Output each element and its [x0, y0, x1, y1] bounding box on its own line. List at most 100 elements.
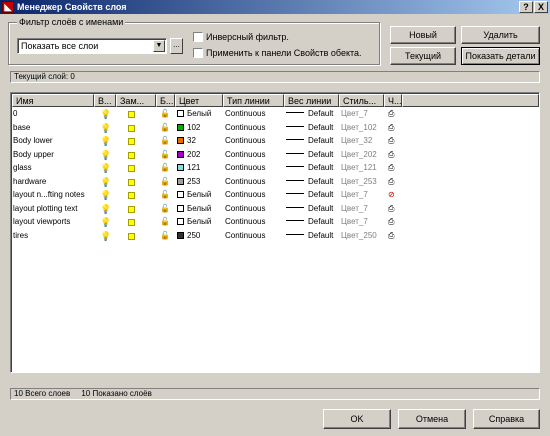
layer-linetype[interactable]: Continuous	[225, 203, 283, 216]
column-header-name[interactable]: Имя	[12, 94, 94, 107]
printer-icon[interactable]: ⎙	[388, 162, 402, 175]
layer-color[interactable]: 250	[177, 230, 223, 243]
layer-name[interactable]: layout n...fting notes	[13, 189, 93, 202]
sun-icon[interactable]	[124, 135, 144, 148]
layer-color[interactable]: 253	[177, 176, 223, 189]
layer-name[interactable]: Body lower	[13, 135, 93, 148]
layer-linetype[interactable]: Continuous	[225, 230, 283, 243]
layer-row[interactable]: base 💡 🔓 102 Continuous Default Цвет_102 ⎙	[12, 122, 539, 135]
unlocked-padlock-icon[interactable]: 🔓	[160, 189, 174, 202]
layer-lineweight[interactable]: Default	[286, 122, 339, 135]
close-button[interactable]: X	[534, 1, 548, 13]
lightbulb-on-icon[interactable]: 💡	[100, 230, 114, 243]
layer-lineweight[interactable]: Default	[286, 149, 339, 162]
layer-row[interactable]: Body upper 💡 🔓 202 Continuous Default Цвет_202…	[12, 149, 539, 162]
layer-linetype[interactable]: Continuous	[225, 176, 283, 189]
unlocked-padlock-icon[interactable]: 🔓	[160, 203, 174, 216]
lightbulb-on-icon[interactable]: 💡	[100, 149, 114, 162]
layer-lineweight[interactable]: Default	[286, 135, 339, 148]
unlocked-padlock-icon[interactable]: 🔓	[160, 216, 174, 229]
help-button[interactable]: Справка	[473, 409, 540, 429]
column-header-plot[interactable]: Ч...	[384, 94, 402, 107]
sun-icon[interactable]	[124, 216, 144, 229]
unlocked-padlock-icon[interactable]: 🔓	[160, 149, 174, 162]
delete-layer-button[interactable]: Удалить	[461, 26, 540, 44]
sun-icon[interactable]	[124, 122, 144, 135]
layer-lineweight[interactable]: Default	[286, 176, 339, 189]
layer-color[interactable]: 32	[177, 135, 223, 148]
column-header-freeze[interactable]: Зам...	[116, 94, 156, 107]
layer-row[interactable]: layout viewports 💡 🔓 Белый Continuous Default…	[12, 216, 539, 229]
layer-row[interactable]: layout plotting text 💡 🔓 Белый Continuous Def…	[12, 203, 539, 216]
sun-icon[interactable]	[124, 149, 144, 162]
layer-name[interactable]: layout plotting text	[13, 203, 93, 216]
layer-lineweight[interactable]: Default	[286, 162, 339, 175]
no-plot-printer-icon[interactable]: ⊘	[388, 189, 402, 202]
filter-combo[interactable]: Показать все слои ▼	[17, 38, 167, 54]
unlocked-padlock-icon[interactable]: 🔓	[160, 122, 174, 135]
printer-icon[interactable]: ⎙	[388, 108, 402, 121]
set-current-button[interactable]: Текущий	[390, 47, 456, 65]
layer-row[interactable]: glass 💡 🔓 121 Continuous Default Цвет_121 ⎙	[12, 162, 539, 175]
inverse-filter-checkbox[interactable]: Инверсный фильтр.	[193, 32, 289, 44]
new-layer-button[interactable]: Новый	[390, 26, 456, 44]
layer-color[interactable]: 102	[177, 122, 223, 135]
printer-icon[interactable]: ⎙	[388, 230, 402, 243]
layer-linetype[interactable]: Continuous	[225, 162, 283, 175]
column-header-linetype[interactable]: Тип линии	[223, 94, 284, 107]
sun-icon[interactable]	[124, 203, 144, 216]
inverse-filter-box[interactable]	[193, 32, 203, 42]
sun-icon[interactable]	[124, 189, 144, 202]
layer-row[interactable]: Body lower 💡 🔓 32 Continuous Default Цвет_32 ⎙	[12, 135, 539, 148]
column-header-lock[interactable]: Б...	[156, 94, 175, 107]
layer-lineweight[interactable]: Default	[286, 189, 339, 202]
layer-row[interactable]: layout n...fting notes 💡 🔓 Белый Continuous D…	[12, 189, 539, 202]
apply-to-properties-box[interactable]	[193, 48, 203, 58]
printer-icon[interactable]: ⎙	[388, 216, 402, 229]
chevron-down-icon[interactable]: ▼	[153, 40, 165, 52]
sun-icon[interactable]	[124, 176, 144, 189]
column-header-plot-style[interactable]: Стиль...	[339, 94, 384, 107]
lightbulb-on-icon[interactable]: 💡	[100, 135, 114, 148]
layer-linetype[interactable]: Continuous	[225, 135, 283, 148]
column-header-lineweight[interactable]: Вес линии	[284, 94, 339, 107]
layer-color[interactable]: Белый	[177, 108, 223, 121]
printer-icon[interactable]: ⎙	[388, 122, 402, 135]
help-title-button[interactable]: ?	[519, 1, 533, 13]
printer-icon[interactable]: ⎙	[388, 176, 402, 189]
layer-color[interactable]: Белый	[177, 203, 223, 216]
layer-linetype[interactable]: Continuous	[225, 149, 283, 162]
sun-icon[interactable]	[124, 230, 144, 243]
layer-row[interactable]: tires 💡 🔓 250 Continuous Default Цвет_250 ⎙	[12, 230, 539, 243]
unlocked-padlock-icon[interactable]: 🔓	[160, 108, 174, 121]
layer-name[interactable]: base	[13, 122, 93, 135]
sun-icon[interactable]	[124, 162, 144, 175]
layer-name[interactable]: tires	[13, 230, 93, 243]
layer-list[interactable]: Имя В... Зам... Б... Цвет Тип линии Вес …	[10, 92, 540, 373]
lightbulb-on-icon[interactable]: 💡	[100, 203, 114, 216]
lightbulb-on-icon[interactable]: 💡	[100, 122, 114, 135]
lightbulb-on-icon[interactable]: 💡	[100, 216, 114, 229]
ok-button[interactable]: OK	[323, 409, 391, 429]
layer-name[interactable]: layout viewports	[13, 216, 93, 229]
layer-name[interactable]: glass	[13, 162, 93, 175]
layer-name[interactable]: hardware	[13, 176, 93, 189]
unlocked-padlock-icon[interactable]: 🔓	[160, 176, 174, 189]
lightbulb-on-icon[interactable]: 💡	[100, 108, 114, 121]
lightbulb-on-icon[interactable]: 💡	[100, 189, 114, 202]
layer-lineweight[interactable]: Default	[286, 203, 339, 216]
printer-icon[interactable]: ⎙	[388, 203, 402, 216]
lightbulb-on-icon[interactable]: 💡	[100, 176, 114, 189]
layer-lineweight[interactable]: Default	[286, 216, 339, 229]
layer-linetype[interactable]: Continuous	[225, 189, 283, 202]
apply-to-properties-checkbox[interactable]: Применить к панели Свойств обекта.	[193, 48, 362, 60]
layer-name[interactable]: 0	[13, 108, 93, 121]
layer-linetype[interactable]: Continuous	[225, 108, 283, 121]
layer-lineweight[interactable]: Default	[286, 230, 339, 243]
layer-color[interactable]: 121	[177, 162, 223, 175]
filter-browse-button[interactable]: ...	[170, 38, 183, 54]
show-details-button[interactable]: Показать детали	[461, 47, 540, 65]
layer-linetype[interactable]: Continuous	[225, 216, 283, 229]
unlocked-padlock-icon[interactable]: 🔓	[160, 230, 174, 243]
column-header-on[interactable]: В...	[94, 94, 116, 107]
